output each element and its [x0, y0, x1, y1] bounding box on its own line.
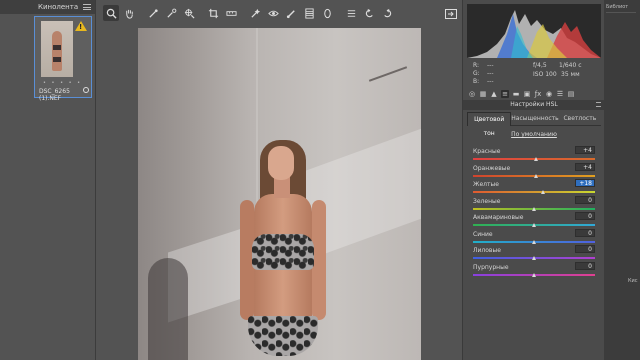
hsl-icon[interactable]: ≡	[501, 89, 509, 98]
slider-thumb[interactable]	[532, 206, 536, 211]
focal-value: 35 мм	[561, 71, 580, 78]
adjustment-brush-icon[interactable]	[283, 5, 299, 21]
slider-label: Аквамариновые	[473, 214, 524, 221]
b-label: B:	[473, 78, 480, 85]
slider-label: Оранжевые	[473, 164, 511, 172]
snapshots-icon[interactable]: ▤	[567, 90, 575, 98]
histogram	[467, 4, 601, 58]
filmstrip-thumbnail[interactable]: ! • • • • • DSC_6265 (1).NEF	[34, 16, 92, 102]
slider-label: Желтые	[473, 181, 499, 188]
filmstrip-menu-icon[interactable]	[83, 4, 91, 10]
slider-value-field[interactable]: 0	[575, 245, 595, 253]
photo-subject	[238, 140, 348, 360]
graduated-filter-icon[interactable]	[301, 5, 317, 21]
warning-icon[interactable]: !	[75, 21, 87, 31]
filmstrip-header: Кинолента	[0, 0, 95, 14]
slider-value-field[interactable]: +4	[575, 162, 595, 171]
color-sampler-icon[interactable]	[163, 5, 179, 21]
section-title: Настройки HSL	[510, 101, 558, 108]
filmstrip-panel: Кинолента ! • • • • • DSC_6265 (1).NEF	[0, 0, 96, 360]
slider-thumb[interactable]	[532, 272, 536, 277]
adjusted-badge-icon	[83, 87, 89, 93]
g-label: G:	[473, 70, 480, 77]
white-balance-icon[interactable]	[145, 5, 161, 21]
lens-corrections-icon[interactable]: ▣	[523, 90, 531, 98]
spot-removal-icon[interactable]	[247, 5, 263, 21]
rating-stars[interactable]: • • • • •	[43, 80, 82, 86]
filmstrip-title: Кинолента	[38, 3, 79, 11]
tone-curve-icon[interactable]: ▦	[479, 90, 487, 98]
radial-filter-icon[interactable]	[319, 5, 335, 21]
rotate-left-icon[interactable]	[361, 5, 377, 21]
rotate-right-icon[interactable]	[379, 5, 395, 21]
toolbar	[97, 0, 462, 26]
default-link[interactable]: По умолчанию	[463, 131, 605, 138]
section-menu-icon[interactable]	[596, 102, 601, 107]
thumbnail-image	[41, 21, 73, 77]
slider-value-field[interactable]: 0	[575, 228, 595, 237]
hsl-tabs: Цветовой тон Насыщенность Светлость	[467, 112, 602, 137]
hand-icon[interactable]	[121, 5, 137, 21]
straighten-icon[interactable]	[223, 5, 239, 21]
slider-track[interactable]	[473, 191, 595, 193]
effects-icon[interactable]: ƒx	[534, 90, 542, 98]
g-value: ---	[487, 70, 494, 77]
shutter-value: 1/640 с	[559, 62, 582, 69]
hsl-section-header: Настройки HSL	[463, 100, 605, 110]
image-canvas[interactable]	[97, 26, 462, 360]
basic-panel-icon[interactable]: ◎	[468, 90, 476, 98]
slider-value-field[interactable]: 0	[575, 212, 595, 220]
presets-icon[interactable]	[343, 5, 359, 21]
b-value: ---	[487, 78, 494, 85]
red-eye-icon[interactable]	[265, 5, 281, 21]
slider-value-field[interactable]: +18	[575, 179, 595, 187]
targeted-adjust-icon[interactable]	[181, 5, 197, 21]
brush-tab[interactable]: Кис	[628, 278, 638, 284]
camera-raw-window: Кинолента ! • • • • • DSC_6265 (1).NEF R…	[0, 0, 640, 360]
aperture-value: f/4,5	[533, 62, 547, 69]
side-dock: Библиот Кис	[604, 0, 640, 360]
presets-panel-icon[interactable]: ☰	[556, 90, 564, 98]
zoom-icon[interactable]	[103, 5, 119, 21]
crop-icon[interactable]	[205, 5, 221, 21]
slider-thumb[interactable]	[540, 190, 545, 194]
slider-thumb[interactable]	[532, 239, 536, 244]
hsl-slider-row: Пурпурные 0	[473, 261, 595, 280]
slider-label: Лиловые	[473, 247, 501, 254]
slider-value-field[interactable]: +4	[575, 146, 595, 154]
slider-value-field[interactable]: 0	[575, 195, 595, 204]
iso-value: ISO 100	[533, 71, 557, 78]
r-value: ---	[487, 62, 494, 69]
detail-icon[interactable]: ▲	[490, 90, 498, 98]
photo-preview[interactable]	[138, 28, 421, 360]
tab-hue[interactable]: Цветовой тон	[467, 112, 512, 137]
slider-thumb[interactable]	[534, 173, 539, 178]
split-toning-icon[interactable]: ▬	[512, 90, 520, 98]
slider-thumb[interactable]	[532, 256, 536, 260]
panel-tab-icons: ◎ ▦ ▲ ≡ ▬ ▣ ƒx ◉ ☰ ▤	[467, 88, 601, 99]
tab-saturation[interactable]: Насыщенность	[511, 112, 559, 126]
slider-label: Синие	[473, 230, 493, 238]
tab-luminance[interactable]: Светлость	[558, 112, 602, 126]
slider-thumb[interactable]	[534, 157, 539, 161]
slider-label: Зеленые	[473, 197, 501, 205]
slider-label: Красные	[473, 148, 501, 155]
r-label: R:	[473, 62, 480, 69]
slider-value-field[interactable]: 0	[575, 261, 595, 270]
camera-info: R: --- G: --- B: --- f/4,5 1/640 с ISO 1…	[467, 60, 601, 86]
open-preferences-icon[interactable]	[444, 6, 458, 20]
library-tab[interactable]: Библиот	[606, 4, 628, 10]
slider-label: Пурпурные	[473, 263, 509, 271]
slider-thumb[interactable]	[532, 223, 536, 227]
camera-calibration-icon[interactable]: ◉	[545, 90, 553, 98]
adjustments-panel: R: --- G: --- B: --- f/4,5 1/640 с ISO 1…	[462, 0, 605, 360]
